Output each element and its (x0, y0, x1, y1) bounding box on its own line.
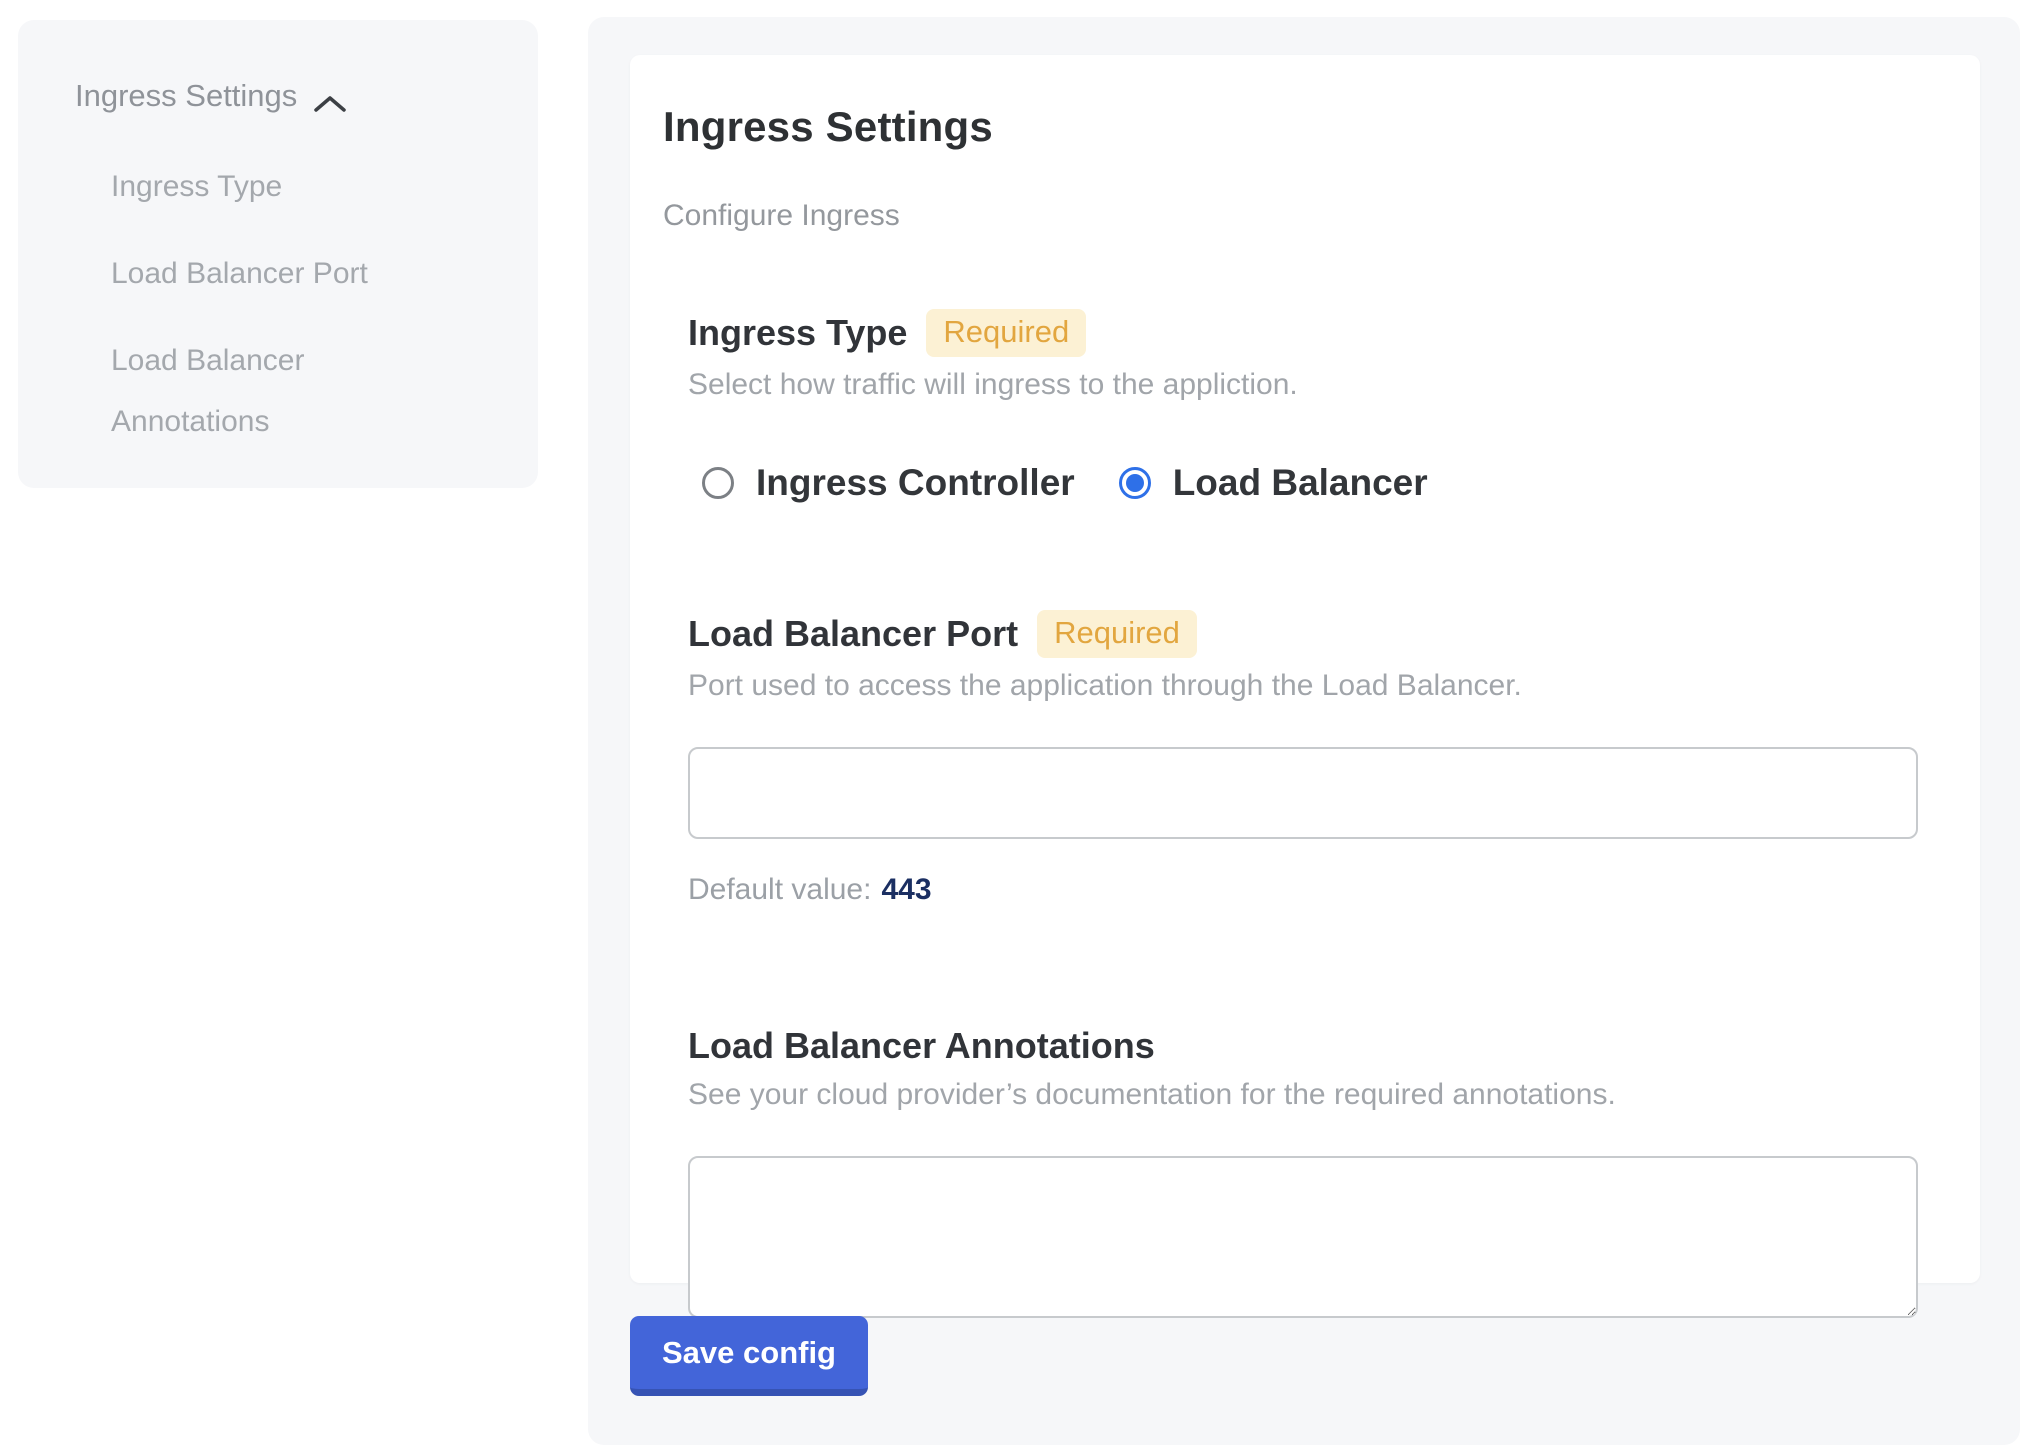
sidebar-group-label: Ingress Settings (75, 78, 297, 114)
ingress-settings-card: Ingress Settings Configure Ingress Ingre… (630, 55, 1980, 1283)
field-label: Ingress Type (688, 312, 907, 354)
field-label: Load Balancer Annotations (688, 1025, 1155, 1067)
radio-option-label: Load Balancer (1173, 462, 1428, 504)
field-description: Select how traffic will ingress to the a… (688, 368, 1918, 402)
field-description: See your cloud provider’s documentation … (688, 1078, 1918, 1112)
load-balancer-port-input[interactable] (688, 747, 1918, 839)
required-badge: Required (926, 309, 1086, 357)
field-load-balancer-port-header: Load Balancer Port Required (688, 610, 1918, 658)
field-ingress-type: Ingress Type Required Select how traffic… (688, 309, 1918, 504)
radio-unchecked-icon[interactable] (702, 467, 734, 499)
sidebar-item-list: Ingress Type Load Balancer Port Load Bal… (75, 156, 508, 452)
config-nav-sidebar: Ingress Settings Ingress Type Load Balan… (18, 20, 538, 488)
field-load-balancer-port: Load Balancer Port Required Port used to… (688, 610, 1918, 907)
radio-checked-icon[interactable] (1119, 467, 1151, 499)
field-load-balancer-annotations-header: Load Balancer Annotations (688, 1025, 1918, 1067)
field-label: Load Balancer Port (688, 613, 1018, 655)
field-ingress-type-header: Ingress Type Required (688, 309, 1918, 357)
page-title: Ingress Settings (663, 103, 1947, 151)
sidebar-item-load-balancer-annotations[interactable]: Load Balancer Annotations (111, 330, 441, 452)
main-panel: Ingress Settings Configure Ingress Ingre… (588, 17, 2020, 1445)
load-balancer-annotations-textarea[interactable] (688, 1156, 1918, 1318)
ingress-type-options: Ingress Controller Load Balancer (702, 462, 1918, 504)
field-load-balancer-annotations: Load Balancer Annotations See your cloud… (688, 1025, 1918, 1318)
default-value-label: Default value: (688, 873, 871, 906)
page-subtitle: Configure Ingress (663, 199, 1947, 233)
sidebar-item-ingress-type[interactable]: Ingress Type (111, 156, 441, 217)
default-value: 443 (881, 873, 931, 906)
save-config-button[interactable]: Save config (630, 1316, 868, 1396)
chevron-up-icon (313, 86, 347, 106)
radio-option-label: Ingress Controller (756, 462, 1075, 504)
radio-option-load-balancer[interactable]: Load Balancer (1119, 462, 1428, 504)
required-badge: Required (1037, 610, 1197, 658)
field-description: Port used to access the application thro… (688, 669, 1918, 703)
radio-option-ingress-controller[interactable]: Ingress Controller (702, 462, 1075, 504)
sidebar-item-load-balancer-port[interactable]: Load Balancer Port (111, 243, 441, 304)
default-value-line: Default value: 443 (688, 873, 1918, 907)
sidebar-group-ingress-settings[interactable]: Ingress Settings (75, 78, 508, 114)
